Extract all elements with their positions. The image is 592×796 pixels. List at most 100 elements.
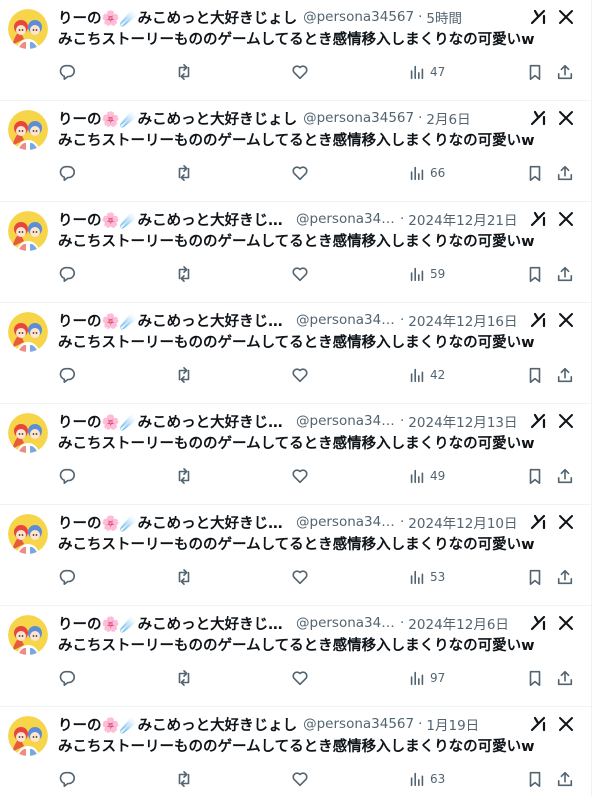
views-button[interactable]: 53 <box>408 567 468 587</box>
avatar[interactable] <box>8 312 48 352</box>
tweet-date[interactable]: 2024年12月10日 <box>408 512 517 532</box>
tweet-date[interactable]: 2024年12月13日 <box>408 411 517 431</box>
display-name[interactable]: りーの🌸☄️みこめっと大好きじょし <box>58 108 297 129</box>
bookmark-icon[interactable] <box>525 769 545 789</box>
like-icon[interactable] <box>290 365 310 385</box>
user-handle[interactable]: @persona34567 <box>296 413 396 429</box>
like-icon[interactable] <box>290 466 310 486</box>
bookmark-icon[interactable] <box>525 163 545 183</box>
more-icon[interactable] <box>557 311 575 329</box>
share-icon[interactable] <box>555 62 575 82</box>
tweet[interactable]: りーの🌸☄️みこめっと大好きじょし @persona34567 · 1月19日 … <box>0 707 591 796</box>
bookmark-icon[interactable] <box>525 668 545 688</box>
like-icon[interactable] <box>290 264 310 284</box>
grok-icon[interactable] <box>529 210 547 228</box>
retweet-icon[interactable] <box>174 466 194 486</box>
user-handle[interactable]: @persona34567 <box>296 211 396 227</box>
share-icon[interactable] <box>555 163 575 183</box>
share-icon[interactable] <box>555 668 575 688</box>
reply-icon[interactable] <box>57 466 77 486</box>
avatar[interactable] <box>8 413 48 453</box>
more-icon[interactable] <box>557 513 575 531</box>
display-name[interactable]: りーの🌸☄️みこめっと大好きじょし <box>58 310 290 331</box>
tweet[interactable]: りーの🌸☄️みこめっと大好きじょし @persona34567 · 2024年1… <box>0 202 591 303</box>
avatar[interactable] <box>8 9 48 49</box>
avatar[interactable] <box>8 615 48 655</box>
display-name[interactable]: りーの🌸☄️みこめっと大好きじょし <box>58 7 297 28</box>
bookmark-icon[interactable] <box>525 264 545 284</box>
more-icon[interactable] <box>557 210 575 228</box>
tweet[interactable]: りーの🌸☄️みこめっと大好きじょし @persona34567 · 2024年1… <box>0 505 591 606</box>
tweet[interactable]: りーの🌸☄️みこめっと大好きじょし @persona34567 · 2月6日 み… <box>0 101 591 202</box>
grok-icon[interactable] <box>529 109 547 127</box>
views-button[interactable]: 59 <box>408 264 468 284</box>
tweet-date[interactable]: 1月19日 <box>426 714 479 734</box>
share-icon[interactable] <box>555 466 575 486</box>
user-handle[interactable]: @persona34567 <box>296 615 396 631</box>
avatar[interactable] <box>8 514 48 554</box>
share-icon[interactable] <box>555 567 575 587</box>
more-icon[interactable] <box>557 8 575 26</box>
bookmark-icon[interactable] <box>525 62 545 82</box>
retweet-icon[interactable] <box>174 769 194 789</box>
retweet-icon[interactable] <box>174 567 194 587</box>
retweet-icon[interactable] <box>174 668 194 688</box>
user-handle[interactable]: @persona34567 <box>296 312 396 328</box>
grok-icon[interactable] <box>529 614 547 632</box>
reply-icon[interactable] <box>57 62 77 82</box>
more-icon[interactable] <box>557 109 575 127</box>
display-name[interactable]: りーの🌸☄️みこめっと大好きじょし <box>58 714 297 735</box>
like-icon[interactable] <box>290 62 310 82</box>
views-button[interactable]: 66 <box>408 163 468 183</box>
retweet-icon[interactable] <box>174 62 194 82</box>
bookmark-icon[interactable] <box>525 365 545 385</box>
reply-icon[interactable] <box>57 264 77 284</box>
tweet-date[interactable]: 2024年12月6日 <box>408 613 509 633</box>
display-name[interactable]: りーの🌸☄️みこめっと大好きじょし <box>58 512 290 533</box>
retweet-icon[interactable] <box>174 264 194 284</box>
grok-icon[interactable] <box>529 715 547 733</box>
tweet-date[interactable]: 2024年12月21日 <box>408 209 517 229</box>
like-icon[interactable] <box>290 668 310 688</box>
more-icon[interactable] <box>557 715 575 733</box>
display-name[interactable]: りーの🌸☄️みこめっと大好きじょし <box>58 411 290 432</box>
avatar[interactable] <box>8 110 48 150</box>
tweet-date[interactable]: 2月6日 <box>426 108 470 128</box>
bookmark-icon[interactable] <box>525 567 545 587</box>
share-icon[interactable] <box>555 365 575 385</box>
share-icon[interactable] <box>555 769 575 789</box>
like-icon[interactable] <box>290 769 310 789</box>
more-icon[interactable] <box>557 412 575 430</box>
retweet-icon[interactable] <box>174 365 194 385</box>
grok-icon[interactable] <box>529 8 547 26</box>
grok-icon[interactable] <box>529 311 547 329</box>
tweet-date[interactable]: 5時間 <box>426 7 462 27</box>
avatar[interactable] <box>8 716 48 756</box>
user-handle[interactable]: @persona34567 <box>296 514 396 530</box>
retweet-icon[interactable] <box>174 163 194 183</box>
avatar[interactable] <box>8 211 48 251</box>
grok-icon[interactable] <box>529 412 547 430</box>
display-name[interactable]: りーの🌸☄️みこめっと大好きじょし <box>58 613 290 634</box>
bookmark-icon[interactable] <box>525 466 545 486</box>
reply-icon[interactable] <box>57 567 77 587</box>
tweet[interactable]: りーの🌸☄️みこめっと大好きじょし @persona34567 · 2024年1… <box>0 606 591 707</box>
more-icon[interactable] <box>557 614 575 632</box>
reply-icon[interactable] <box>57 668 77 688</box>
views-button[interactable]: 97 <box>408 668 468 688</box>
views-button[interactable]: 42 <box>408 365 468 385</box>
tweet[interactable]: りーの🌸☄️みこめっと大好きじょし @persona34567 · 5時間 みこ… <box>0 0 591 101</box>
reply-icon[interactable] <box>57 365 77 385</box>
tweet[interactable]: りーの🌸☄️みこめっと大好きじょし @persona34567 · 2024年1… <box>0 303 591 404</box>
display-name[interactable]: りーの🌸☄️みこめっと大好きじょし <box>58 209 290 230</box>
tweet[interactable]: りーの🌸☄️みこめっと大好きじょし @persona34567 · 2024年1… <box>0 404 591 505</box>
reply-icon[interactable] <box>57 163 77 183</box>
reply-icon[interactable] <box>57 769 77 789</box>
user-handle[interactable]: @persona34567 <box>303 110 414 126</box>
views-button[interactable]: 63 <box>408 769 468 789</box>
user-handle[interactable]: @persona34567 <box>303 9 414 25</box>
views-button[interactable]: 47 <box>408 62 468 82</box>
tweet-date[interactable]: 2024年12月16日 <box>408 310 517 330</box>
grok-icon[interactable] <box>529 513 547 531</box>
like-icon[interactable] <box>290 567 310 587</box>
